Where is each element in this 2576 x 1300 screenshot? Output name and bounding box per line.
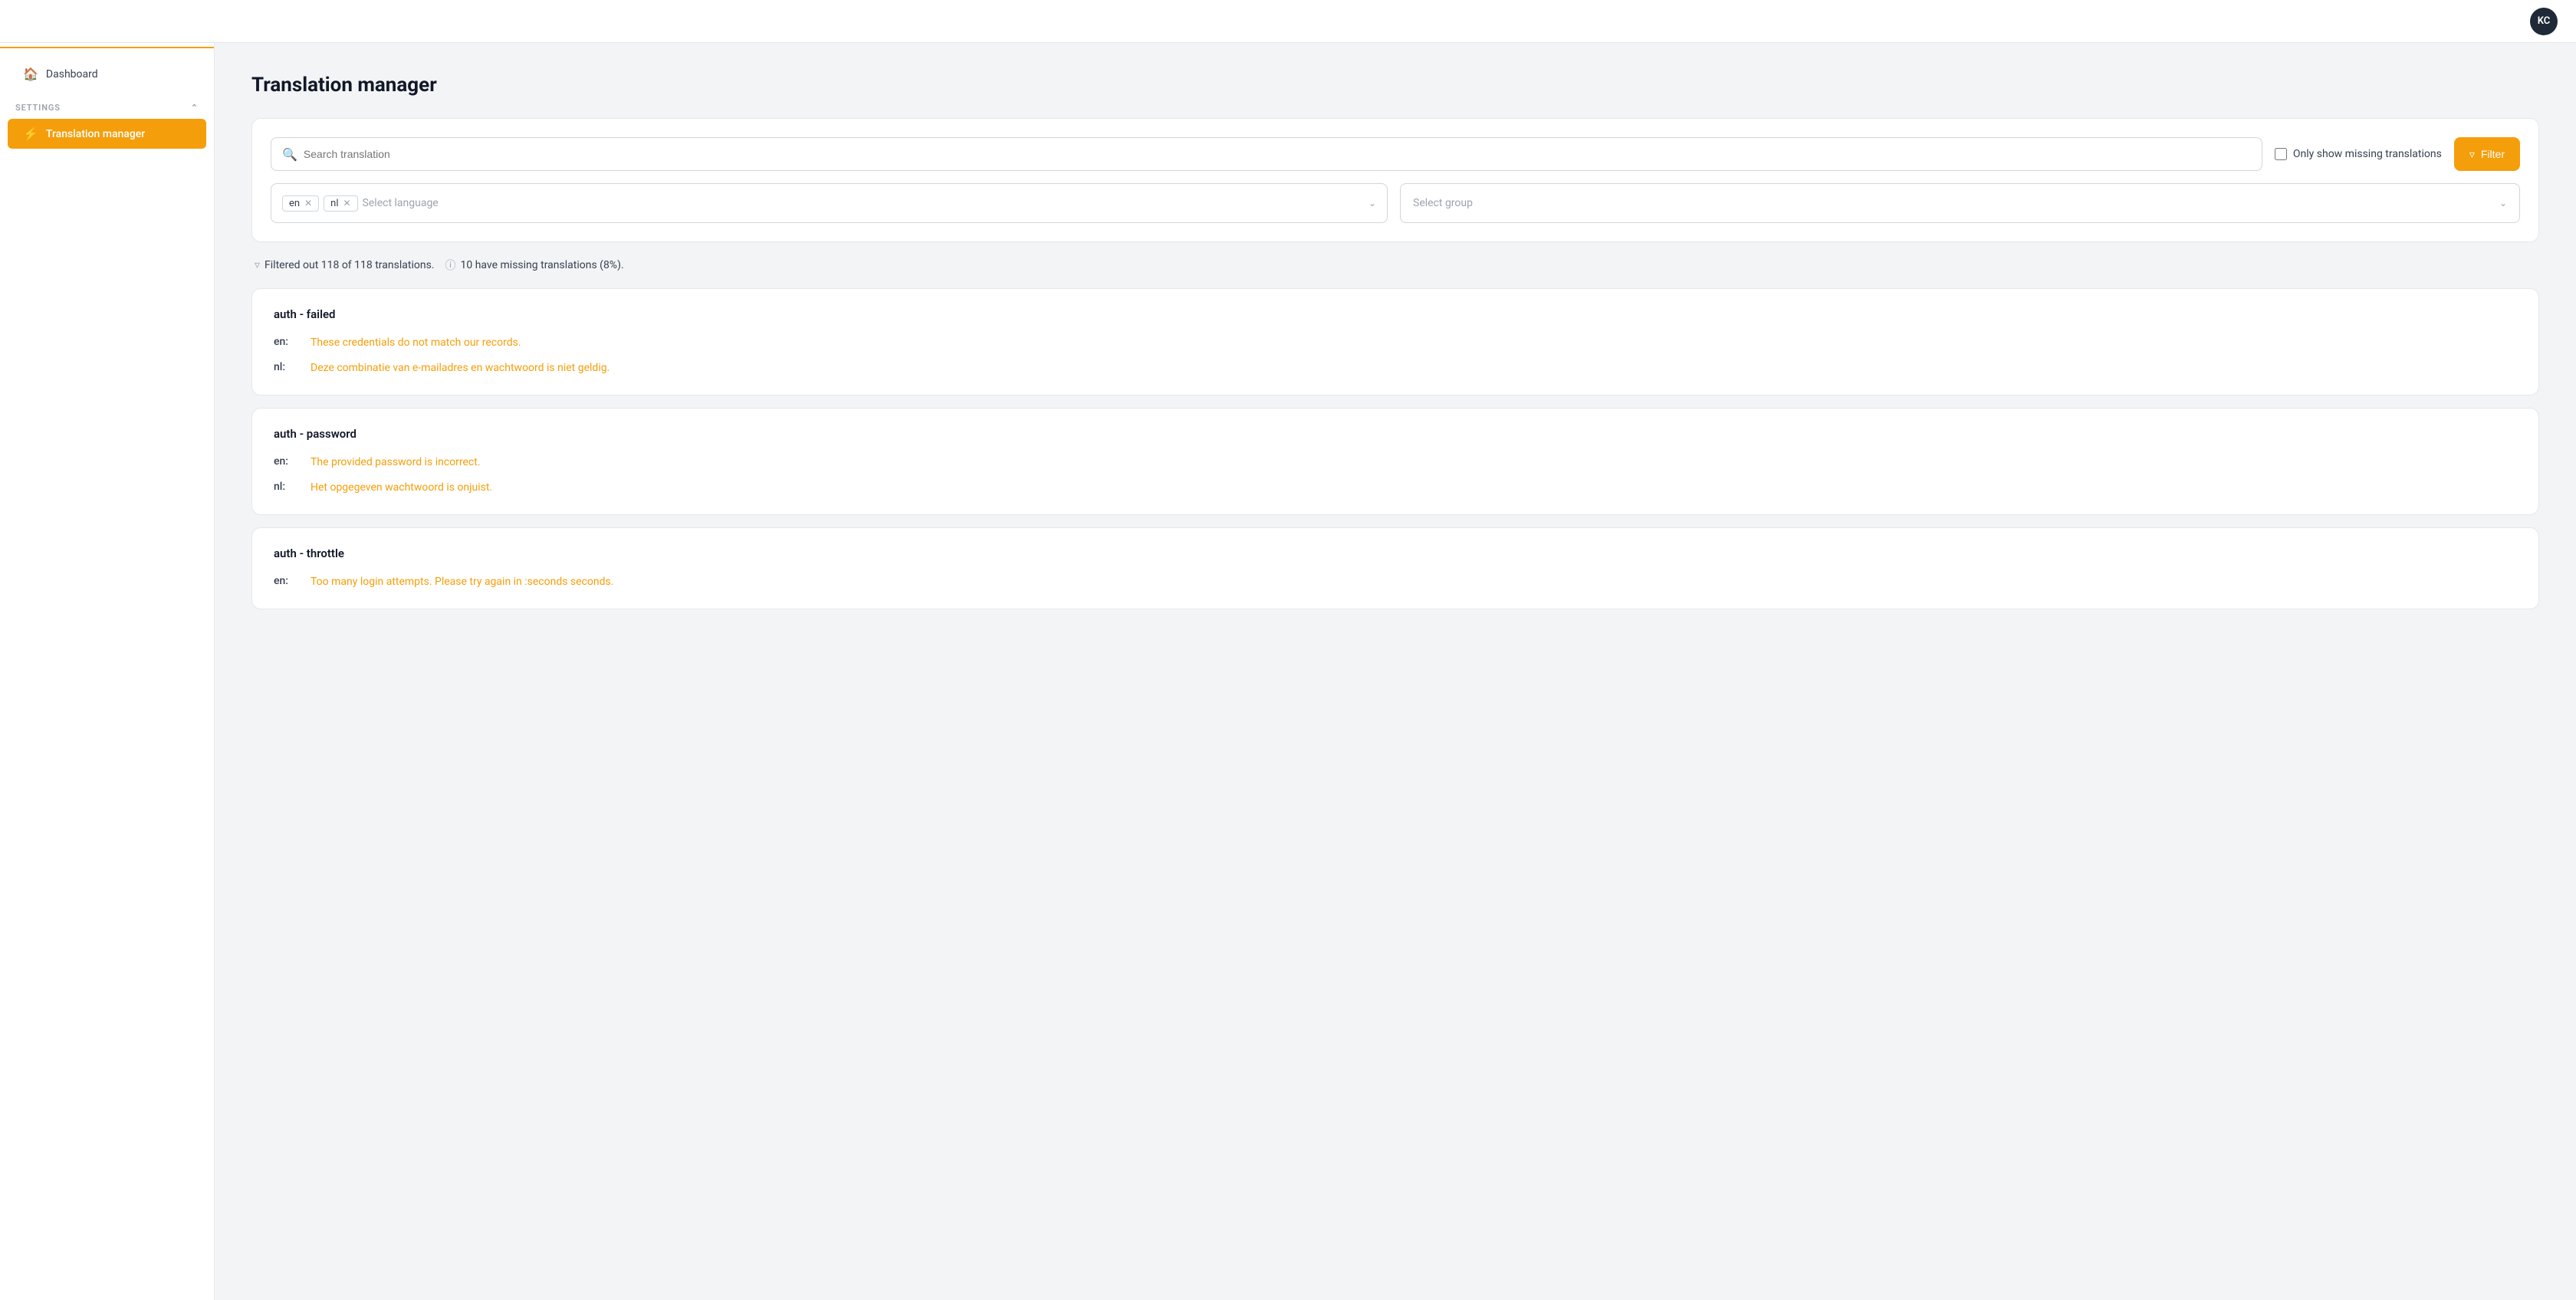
remove-nl-button[interactable]: ✕ [343,198,350,208]
language-chevron-icon: ⌄ [1368,198,1376,208]
translation-text[interactable]: The provided password is incorrect. [310,455,481,471]
filter-row-2: en ✕ nl ✕ Select language ⌄ Select group… [271,183,2520,223]
sidebar-item-translation-manager[interactable]: ⚡ Translation manager [8,119,206,149]
lang-code: nl: [274,480,295,493]
remove-en-button[interactable]: ✕ [304,198,312,208]
translation-text[interactable]: Het opgegeven wachtwoord is onjuist. [310,480,492,496]
translation-text[interactable]: Too many login attempts. Please try agai… [310,574,613,590]
translation-card-auth-failed: auth - failed en: These credentials do n… [251,288,2539,396]
filter-button[interactable]: ▿ Filter [2454,137,2520,171]
sidebar-item-label: Dashboard [46,68,98,80]
language-placeholder: Select language [363,197,439,209]
group-placeholder: Select group [1413,197,1473,209]
translation-cards: auth - failed en: These credentials do n… [251,288,2539,609]
sidebar: Filament 🏠 Dashboard SETTINGS ⌃ ⚡ Transl… [0,0,215,1300]
lang-code: en: [274,574,295,587]
filter-card: 🔍 Only show missing translations ▿ Filte… [251,118,2539,242]
lang-code: en: [274,335,295,348]
translation-text[interactable]: Deze combinatie van e-mailadres en wacht… [310,360,610,376]
card-title: auth - failed [274,307,2517,321]
language-tag-en: en ✕ [282,195,319,212]
translation-row: nl: Het opgegeven wachtwoord is onjuist. [274,480,2517,496]
translation-row: en: The provided password is incorrect. [274,455,2517,471]
stats-bar: ▿ Filtered out 118 of 118 translations. … [251,258,2539,273]
card-title: auth - password [274,427,2517,441]
lang-code: en: [274,455,295,468]
group-select[interactable]: Select group ⌄ [1400,183,2520,223]
filter-button-label: Filter [2481,148,2505,160]
page-title: Translation manager [251,74,2539,97]
language-code-nl: nl [330,198,338,209]
topbar: KC [0,0,2576,43]
stats-missing-text: 10 have missing translations (8%). [460,259,623,271]
stats-text: Filtered out 118 of 118 translations. [264,259,434,271]
sidebar-section-settings: SETTINGS ⌃ [0,90,214,117]
search-icon: 🔍 [282,147,297,162]
sidebar-item-label: Translation manager [46,128,145,140]
only-missing-checkbox[interactable] [2275,148,2287,160]
lang-code: nl: [274,360,295,373]
filter-funnel-icon: ▿ [2469,148,2475,161]
home-icon: 🏠 [23,67,38,81]
sidebar-nav: 🏠 Dashboard SETTINGS ⌃ ⚡ Translation man… [0,48,214,159]
filter-row-1: 🔍 Only show missing translations ▿ Filte… [271,137,2520,171]
only-missing-label: Only show missing translations [2293,148,2442,160]
chevron-up-icon: ⌃ [191,103,199,113]
translation-text[interactable]: These credentials do not match our recor… [310,335,521,351]
card-title: auth - throttle [274,547,2517,560]
language-code-en: en [289,198,300,209]
group-chevron-icon: ⌄ [2499,198,2507,208]
translation-icon: ⚡ [23,126,38,141]
language-select[interactable]: en ✕ nl ✕ Select language ⌄ [271,183,1388,223]
language-tag-nl: nl ✕ [324,195,357,212]
search-input[interactable] [304,148,2251,160]
translation-row: nl: Deze combinatie van e-mailadres en w… [274,360,2517,376]
stats-filter-icon: ▿ [255,259,260,271]
user-avatar[interactable]: KC [2530,8,2558,35]
only-missing-checkbox-area: Only show missing translations [2275,148,2442,160]
search-box[interactable]: 🔍 [271,137,2262,171]
translation-card-auth-throttle: auth - throttle en: Too many login attem… [251,527,2539,609]
translation-card-auth-password: auth - password en: The provided passwor… [251,408,2539,515]
main-content: Translation manager 🔍 Only show missing … [215,43,2576,1300]
translation-row: en: Too many login attempts. Please try … [274,574,2517,590]
sidebar-item-dashboard[interactable]: 🏠 Dashboard [8,59,206,89]
translation-row: en: These credentials do not match our r… [274,335,2517,351]
info-icon: ⓘ [445,258,455,273]
